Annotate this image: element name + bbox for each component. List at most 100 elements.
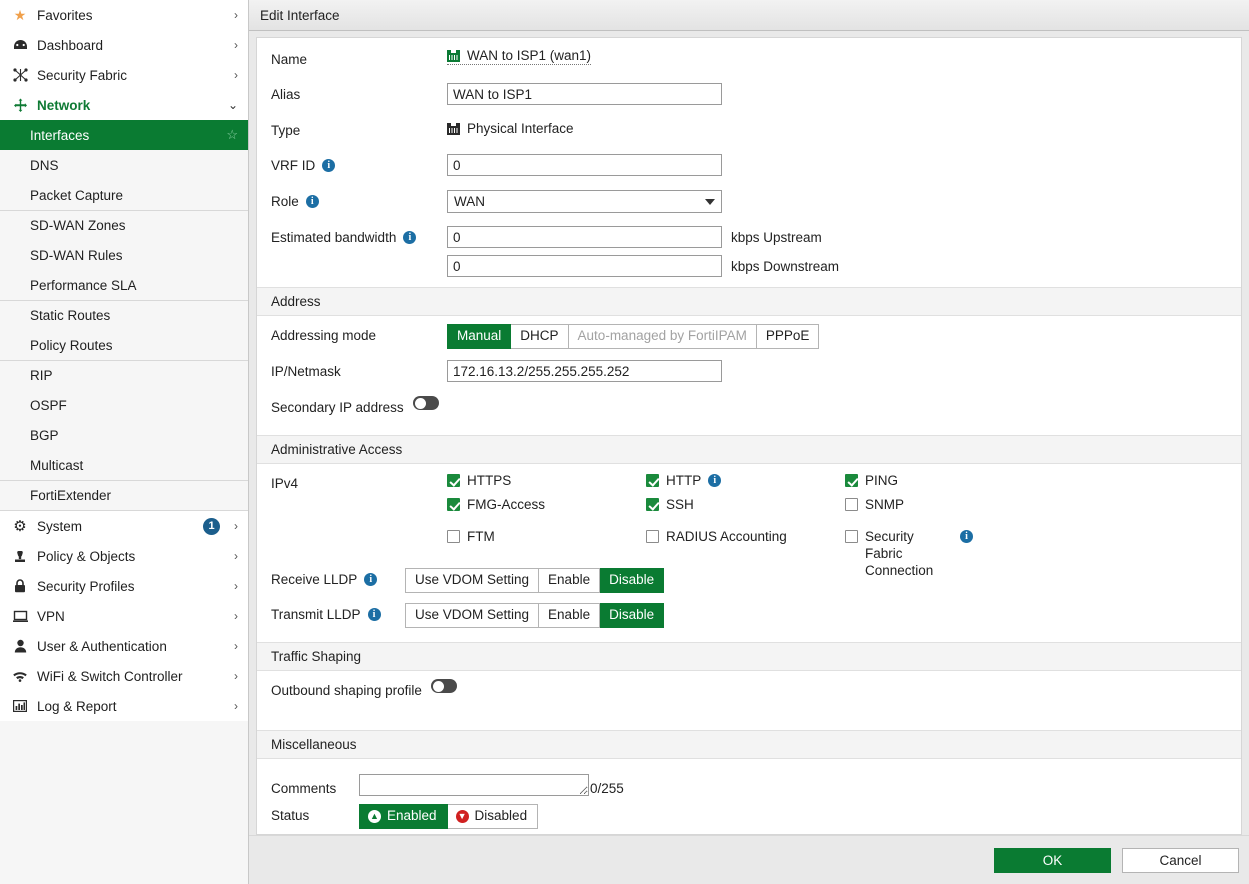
transmit-lldp-option-use-vdom-setting[interactable]: Use VDOM Setting (405, 603, 540, 628)
checkbox-label: PING (865, 473, 899, 488)
receive-lldp-label-text: Receive LLDP (271, 572, 358, 587)
row-transmit-lldp: Transmit LLDP i Use VDOM Setting Enable … (257, 603, 1241, 632)
bar-chart-icon (10, 700, 30, 712)
bandwidth-upstream-unit: kbps Upstream (731, 229, 822, 245)
sidebar-item-security-profiles[interactable]: Security Profiles › (0, 571, 248, 601)
bandwidth-downstream-unit: kbps Downstream (731, 258, 840, 274)
sidebar-item-bgp[interactable]: BGP (0, 420, 248, 450)
sidebar-item-fortiextender[interactable]: FortiExtender (0, 480, 248, 510)
sidebar-item-static-routes[interactable]: Static Routes (0, 300, 248, 330)
sidebar-item-label: OSPF (30, 397, 67, 413)
bandwidth-upstream-input[interactable] (447, 226, 722, 248)
checkbox-http[interactable] (646, 474, 659, 487)
sidebar-item-label: Security Profiles (37, 578, 135, 594)
checkbox-row: HTTP i (646, 472, 845, 496)
sidebar-item-network[interactable]: Network ⌄ (0, 90, 248, 120)
sidebar-item-rip[interactable]: RIP (0, 360, 248, 390)
addressing-mode-option-dhcp[interactable]: DHCP (511, 324, 569, 349)
transmit-lldp-option-disable[interactable]: Disable (600, 603, 665, 628)
sidebar-item-label: VPN (37, 608, 65, 624)
row-ip-netmask: IP/Netmask (257, 360, 1241, 389)
receive-lldp-option-disable[interactable]: Disable (600, 568, 665, 593)
sidebar-item-favorites[interactable]: ★ Favorites › (0, 0, 248, 30)
role-select[interactable]: WAN (447, 190, 722, 213)
checkbox-security-fabric-connection[interactable] (845, 530, 858, 543)
info-icon[interactable]: i (708, 474, 722, 487)
comments-textarea[interactable] (359, 774, 589, 796)
addressing-mode-option-manual[interactable]: Manual (447, 324, 512, 349)
sidebar-item-security-fabric[interactable]: Security Fabric › (0, 60, 248, 90)
chevron-right-icon: › (234, 639, 238, 653)
type-label: Type (271, 123, 301, 138)
info-icon[interactable]: i (364, 573, 378, 586)
person-icon (14, 639, 26, 653)
outbound-shaping-profile-toggle[interactable] (430, 679, 457, 693)
sidebar-item-label: System (37, 518, 83, 534)
sidebar-item-wifi-and-switch-controller[interactable]: WiFi & Switch Controller › (0, 661, 248, 691)
row-comments: Comments 0/255 (257, 767, 1241, 796)
transmit-lldp-group: Use VDOM Setting Enable Disable (405, 603, 665, 628)
sidebar-item-user-and-authentication[interactable]: User & Authentication › (0, 631, 248, 661)
checkbox-ssh[interactable] (646, 498, 659, 511)
sidebar-item-system[interactable]: ⚙ System 1 › (0, 511, 248, 541)
addressing-mode-label: Addressing mode (271, 328, 377, 343)
type-value: Physical Interface (467, 121, 574, 136)
sidebar: ★ Favorites › Dashboard › Security Fabri… (0, 0, 249, 884)
bandwidth-downstream-input[interactable] (447, 255, 722, 277)
sidebar-item-dashboard[interactable]: Dashboard › (0, 30, 248, 60)
sidebar-item-policy-routes[interactable]: Policy Routes (0, 330, 248, 360)
sidebar-item-log-and-report[interactable]: Log & Report › (0, 691, 248, 721)
sidebar-item-ospf[interactable]: OSPF (0, 390, 248, 420)
checkbox-radius-accounting[interactable] (646, 530, 659, 543)
sidebar-item-sdwan-rules[interactable]: SD-WAN Rules (0, 240, 248, 270)
sidebar-item-label: Network (37, 97, 91, 113)
info-icon[interactable]: i (305, 195, 319, 208)
checkbox-fmg-access[interactable] (447, 498, 460, 511)
sidebar-item-label: Security Fabric (37, 67, 128, 83)
sidebar-item-label: Dashboard (37, 37, 104, 53)
interface-name-link[interactable]: WAN to ISP1 (wan1) (447, 48, 592, 65)
info-icon[interactable]: i (403, 231, 417, 244)
receive-lldp-option-enable[interactable]: Enable (539, 568, 601, 593)
addressing-mode-option-pppoe[interactable]: PPPoE (756, 324, 820, 349)
status-option-disabled[interactable]: ▼ Disabled (447, 804, 539, 829)
sidebar-item-dns[interactable]: DNS (0, 150, 248, 180)
vrf-id-input[interactable] (447, 154, 722, 176)
transmit-lldp-option-enable[interactable]: Enable (539, 603, 601, 628)
checkbox-snmp[interactable] (845, 498, 858, 511)
sidebar-item-performance-sla[interactable]: Performance SLA (0, 270, 248, 300)
sidebar-item-interfaces[interactable]: Interfaces ☆ (0, 120, 248, 150)
checkbox-https[interactable] (447, 474, 460, 487)
secondary-ip-toggle[interactable] (412, 396, 439, 410)
cancel-button[interactable]: Cancel (1122, 847, 1239, 873)
sidebar-item-sdwan-zones[interactable]: SD-WAN Zones (0, 210, 248, 240)
checkbox-ping[interactable] (845, 474, 858, 487)
sidebar-item-packet-capture[interactable]: Packet Capture (0, 180, 248, 210)
ok-button[interactable]: OK (994, 847, 1111, 873)
chevron-right-icon: › (234, 699, 238, 713)
ip-netmask-input[interactable] (447, 360, 722, 382)
padlock-icon (15, 579, 25, 593)
sidebar-top-section: ★ Favorites › Dashboard › Security Fabri… (0, 0, 248, 120)
favorite-star-icon[interactable]: ☆ (226, 127, 238, 143)
receive-lldp-option-use-vdom-setting[interactable]: Use VDOM Setting (405, 568, 540, 593)
sidebar-item-multicast[interactable]: Multicast (0, 450, 248, 480)
info-icon[interactable]: i (367, 608, 381, 621)
page-title: Edit Interface (249, 0, 1249, 31)
miscellaneous-section-header: Miscellaneous (257, 730, 1241, 759)
row-secondary-ip: Secondary IP address (257, 396, 1241, 425)
sidebar-item-vpn[interactable]: VPN › (0, 601, 248, 631)
info-icon[interactable]: i (322, 159, 336, 172)
receive-lldp-group: Use VDOM Setting Enable Disable (405, 568, 665, 593)
checkbox-ftm[interactable] (447, 530, 460, 543)
checkbox-label-text: HTTP (666, 473, 702, 488)
info-icon[interactable]: i (960, 530, 973, 543)
checkbox-label: HTTP i (666, 472, 722, 489)
sidebar-item-policy-and-objects[interactable]: Policy & Objects › (0, 541, 248, 571)
checkbox-label: HTTPS (467, 473, 512, 488)
status-option-enabled[interactable]: ▲ Enabled (359, 804, 448, 829)
gear-icon: ⚙ (13, 517, 27, 535)
alias-input[interactable] (447, 83, 722, 105)
sidebar-item-label: Log & Report (37, 698, 117, 714)
ipv4-label: IPv4 (271, 476, 299, 491)
